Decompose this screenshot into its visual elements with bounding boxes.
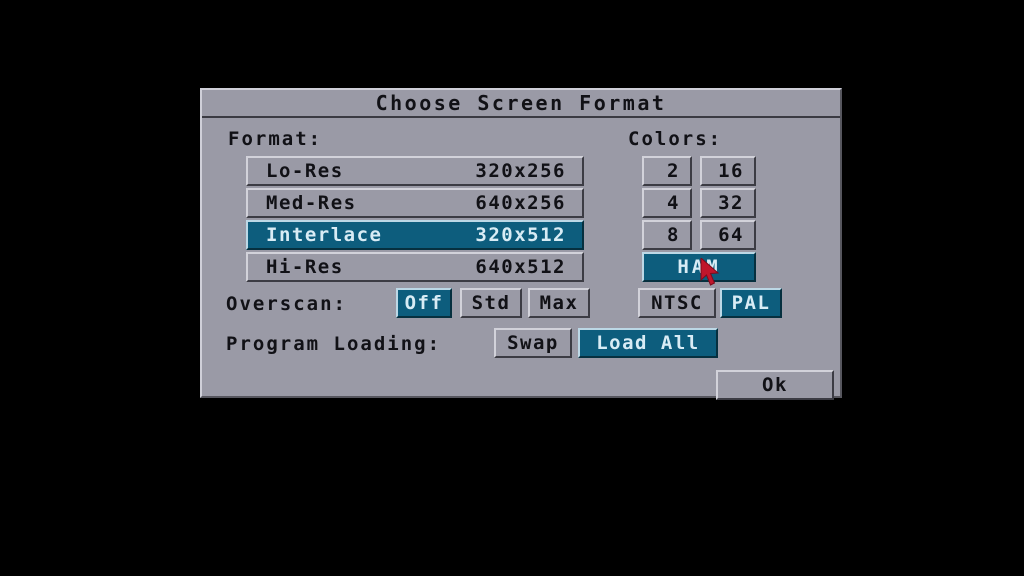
- video-standard-option-pal[interactable]: PAL: [720, 288, 782, 318]
- colors-option-2[interactable]: 2: [642, 156, 692, 186]
- format-option-name: Med-Res: [266, 192, 357, 214]
- format-option-resolution: 320x512: [475, 224, 566, 246]
- colors-option-value: 8: [667, 224, 680, 246]
- screen-canvas: Choose Screen Format Format: Colors: Lo-…: [0, 0, 1024, 576]
- colors-option-value: 16: [718, 160, 744, 182]
- format-option-interlace[interactable]: Interlace 320x512: [246, 220, 584, 250]
- program-loading-label: Program Loading:: [226, 333, 442, 355]
- overscan-option-off[interactable]: Off: [396, 288, 452, 318]
- dialog-body: Format: Colors: Lo-Res 320x256 Med-Res 6…: [202, 118, 840, 400]
- format-option-hi-res[interactable]: Hi-Res 640x512: [246, 252, 584, 282]
- format-option-name: Interlace: [266, 224, 383, 246]
- ok-button-label: Ok: [762, 374, 788, 396]
- format-option-lo-res[interactable]: Lo-Res 320x256: [246, 156, 584, 186]
- ok-button[interactable]: Ok: [716, 370, 834, 400]
- format-section-label: Format:: [228, 128, 323, 150]
- colors-option-value: 4: [667, 192, 680, 214]
- program-loading-value: Load All: [596, 332, 700, 354]
- dialog-title: Choose Screen Format: [375, 91, 667, 115]
- colors-option-value: 32: [718, 192, 744, 214]
- overscan-option-value: Std: [471, 292, 511, 314]
- overscan-option-max[interactable]: Max: [528, 288, 590, 318]
- format-option-resolution: 640x512: [475, 256, 566, 278]
- colors-option-value: 2: [667, 160, 680, 182]
- format-option-med-res[interactable]: Med-Res 640x256: [246, 188, 584, 218]
- video-standard-option-ntsc[interactable]: NTSC: [638, 288, 716, 318]
- video-standard-value: NTSC: [651, 292, 703, 314]
- format-option-name: Hi-Res: [266, 256, 344, 278]
- format-option-name: Lo-Res: [266, 160, 344, 182]
- overscan-label: Overscan:: [226, 293, 347, 315]
- colors-section-label: Colors:: [628, 128, 723, 150]
- program-loading-option-swap[interactable]: Swap: [494, 328, 572, 358]
- colors-option-value: HAM: [677, 256, 721, 278]
- program-loading-value: Swap: [507, 332, 559, 354]
- colors-option-16[interactable]: 16: [700, 156, 756, 186]
- format-option-resolution: 640x256: [475, 192, 566, 214]
- colors-option-4[interactable]: 4: [642, 188, 692, 218]
- colors-option-value: 64: [718, 224, 744, 246]
- colors-option-32[interactable]: 32: [700, 188, 756, 218]
- overscan-option-value: Off: [404, 292, 444, 314]
- video-standard-value: PAL: [731, 292, 771, 314]
- colors-option-64[interactable]: 64: [700, 220, 756, 250]
- choose-screen-format-dialog: Choose Screen Format Format: Colors: Lo-…: [200, 88, 842, 400]
- format-option-resolution: 320x256: [475, 160, 566, 182]
- colors-option-8[interactable]: 8: [642, 220, 692, 250]
- colors-option-ham[interactable]: HAM: [642, 252, 756, 282]
- overscan-option-std[interactable]: Std: [460, 288, 522, 318]
- program-loading-option-load-all[interactable]: Load All: [578, 328, 718, 358]
- overscan-option-value: Max: [539, 292, 579, 314]
- dialog-titlebar: Choose Screen Format: [202, 90, 840, 118]
